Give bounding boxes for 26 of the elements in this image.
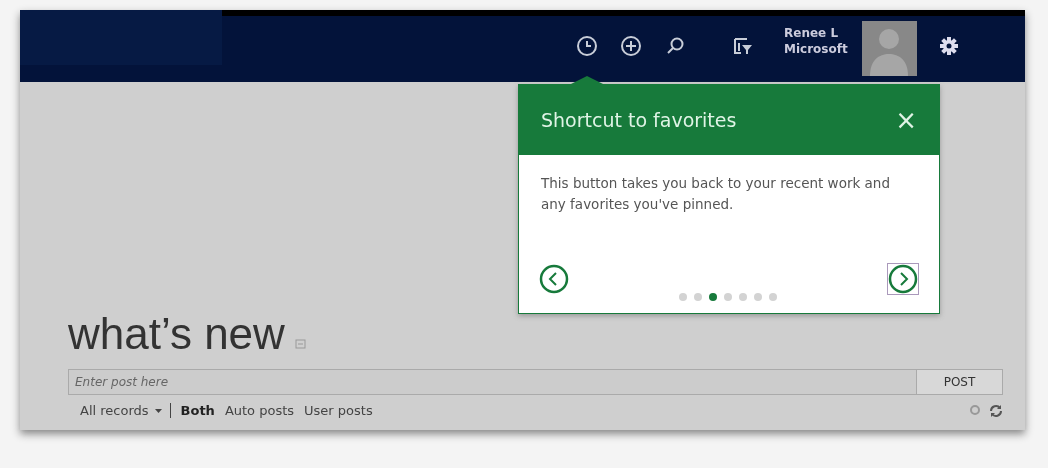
filter-tab[interactable]: Auto posts <box>224 403 295 418</box>
records-dropdown[interactable]: All records <box>68 403 171 418</box>
popup-text: This button takes you back to your recent work and any favorites you've pinned. <box>540 174 891 214</box>
follow-icon <box>294 339 306 349</box>
popup-title: Shortcut to favorites <box>541 109 737 131</box>
page-dot[interactable] <box>694 293 702 301</box>
page-dot[interactable] <box>754 293 762 301</box>
user-organization: Microsoft <box>784 41 848 57</box>
sync-icon[interactable] <box>989 403 1003 418</box>
settings-icon[interactable] <box>938 36 959 56</box>
page-dot[interactable] <box>739 293 747 301</box>
post-field[interactable]: Enter post here <box>68 369 917 395</box>
page-dot[interactable] <box>709 293 717 301</box>
caret-icon <box>154 408 162 413</box>
user-name: Renee L <box>784 25 840 41</box>
filter-tab[interactable]: Both <box>180 403 215 418</box>
post-button[interactable]: POST <box>917 369 1003 395</box>
avatar-icon[interactable] <box>861 20 917 76</box>
previous-button[interactable] <box>539 264 569 294</box>
page-title: what’s new <box>68 309 285 359</box>
next-button[interactable] <box>887 263 919 295</box>
page-dot[interactable] <box>679 293 687 301</box>
filter-tab[interactable]: User posts <box>304 403 373 418</box>
page-dot[interactable] <box>724 293 732 301</box>
close-button[interactable]: × <box>895 107 917 133</box>
page-dot[interactable] <box>769 293 777 301</box>
